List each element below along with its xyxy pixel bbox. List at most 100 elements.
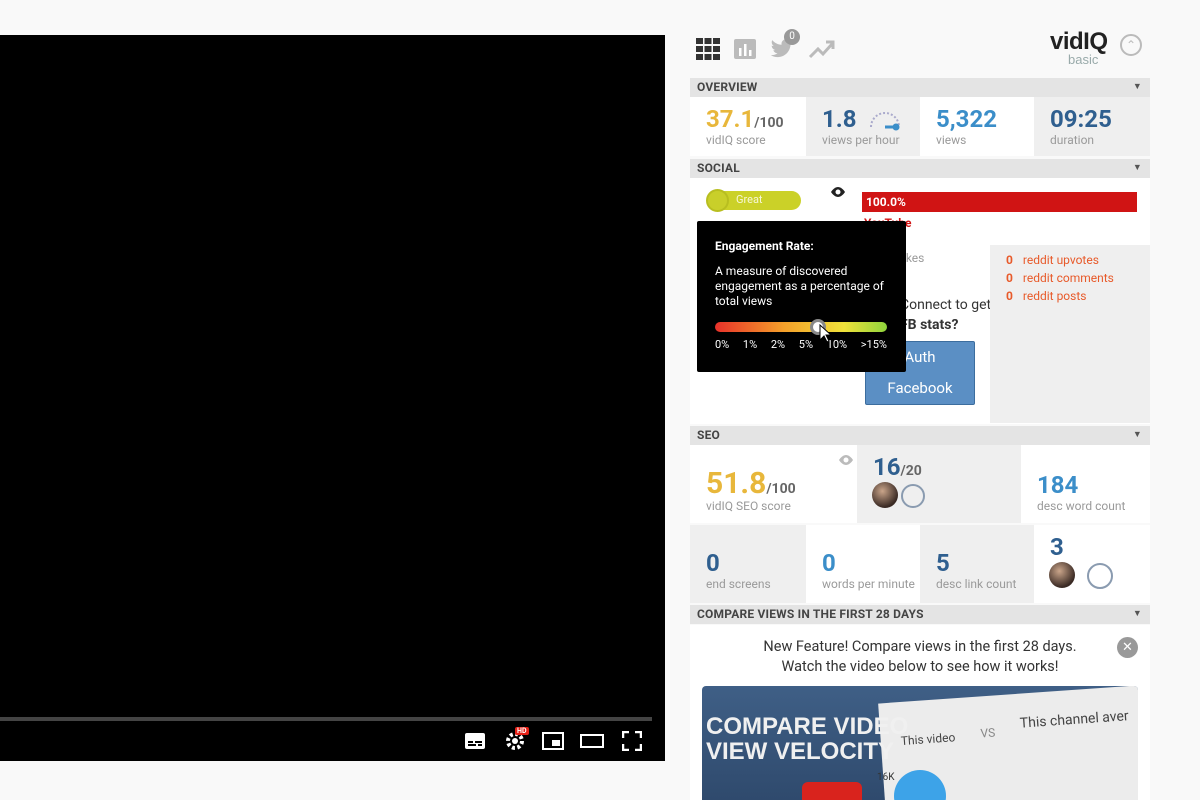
reddit-upvotes: 0 reddit upvotes <box>1006 253 1099 267</box>
desc-words-label: desc word count <box>1037 499 1126 513</box>
tick-label: 2% <box>770 338 786 351</box>
reddit-comments: 0 reddit comments <box>1006 271 1114 285</box>
tick-label: 0% <box>715 338 730 351</box>
seo-score: 51.8/100 vidIQ SEO score <box>690 445 857 523</box>
score-label: vidIQ score <box>706 133 766 147</box>
avatar <box>1049 562 1075 588</box>
social-header[interactable]: SOCIAL ▼ <box>690 159 1150 178</box>
social-title: SOCIAL <box>697 161 740 175</box>
engagement-ticks: 0% 1% 2% 5% 10% >15% <box>715 338 887 351</box>
tags-max: /20 <box>900 463 922 479</box>
wpm-label: words per minute <box>822 577 915 591</box>
vidiq-logo: vidIQ basic ⌃ <box>1050 28 1142 67</box>
settings-icon[interactable]: HD <box>503 727 529 753</box>
seo-header[interactable]: SEO ▼ <box>690 426 1150 445</box>
wpm-value: 0 <box>822 549 836 577</box>
collapse-triangle-icon[interactable]: ▼ <box>1133 426 1142 445</box>
score-value: 37.1 <box>706 105 755 133</box>
compare-title: COMPARE VIEWS IN THE FIRST 28 DAYS <box>697 607 924 621</box>
tags-value: 16 <box>873 453 901 481</box>
miniplayer-icon[interactable] <box>541 729 565 753</box>
fullscreen-icon[interactable] <box>620 729 644 753</box>
twitter-icon[interactable]: 0 <box>770 29 800 63</box>
theater-icon[interactable] <box>580 729 604 753</box>
axis-label: 16K <box>877 772 895 783</box>
views-value: 5,322 <box>936 105 997 133</box>
close-icon[interactable]: ✕ <box>1117 637 1138 658</box>
desc-words-value: 184 <box>1037 471 1079 499</box>
trending-icon[interactable] <box>808 39 836 63</box>
vidiq-toolbar: 0 <box>696 29 836 64</box>
compare-line-1: New Feature! Compare views in the first … <box>763 638 1077 655</box>
overview-header[interactable]: OVERVIEW ▼ <box>690 78 1150 97</box>
tick-label: >15% <box>860 338 887 351</box>
plan-label: basic <box>1068 52 1099 67</box>
score-max: /100 <box>754 115 784 131</box>
vph-value: 1.8 <box>822 105 857 133</box>
duration-stat: 09:25 duration <box>1034 97 1150 156</box>
avatar <box>872 482 898 508</box>
twitter-count-badge: 0 <box>784 29 800 45</box>
reddit-stats: 0 reddit upvotes 0 reddit comments 0 reddit… <box>990 245 1150 423</box>
mouse-cursor-icon <box>819 323 833 348</box>
this-video-label: This video <box>900 730 956 749</box>
feature-video-thumbnail[interactable]: This video VS This channel aver COMPARE … <box>702 686 1138 800</box>
views-per-hour: 1.8 views per hour <box>806 97 920 156</box>
smiley-icon <box>706 189 729 212</box>
engagement-scale <box>715 322 887 332</box>
reddit-posts: 0 reddit posts <box>1006 289 1087 303</box>
cards-value: 3 <box>1050 533 1064 561</box>
compare-line-2: Watch the video below to see how it work… <box>781 658 1059 675</box>
fb-prompt-line-2: FB stats? <box>900 317 959 333</box>
gauge-icon <box>868 109 902 135</box>
seo-title: SEO <box>697 428 721 442</box>
vph-label: views per hour <box>822 133 900 147</box>
collapse-triangle-icon[interactable]: ▼ <box>1133 78 1142 97</box>
end-screens: 0 end screens <box>690 525 806 603</box>
link-icon <box>901 484 925 508</box>
hd-badge: HD <box>515 727 529 735</box>
engagement-badge-label: Great <box>736 193 763 206</box>
vidiq-score: 37.1/100 vidIQ score <box>690 97 806 156</box>
bar-chart-icon[interactable] <box>734 39 756 63</box>
tooltip-body: A measure of discovered engagement as a … <box>715 264 884 308</box>
engagement-tooltip: Engagement Rate: A measure of discovered… <box>697 221 906 372</box>
collapse-triangle-icon[interactable]: ▼ <box>1133 605 1142 624</box>
views-stat: 5,322 views <box>920 97 1034 156</box>
end-screens-value: 0 <box>706 549 720 577</box>
brand-name: vidIQ <box>1050 28 1108 55</box>
compare-announcement: New Feature! Compare views in the first … <box>700 637 1140 677</box>
card-user-icon <box>1087 563 1113 589</box>
fb-button-line-2: Facebook <box>887 379 953 397</box>
youtube-share-bar: 100.0% <box>862 192 1137 212</box>
overview-title: OVERVIEW <box>697 80 758 94</box>
channel-label: This channel aver <box>1019 708 1130 732</box>
seo-score-max: /100 <box>766 481 796 497</box>
tag-count: 16/20 <box>857 445 1021 523</box>
words-per-minute: 0 words per minute <box>806 525 920 603</box>
subtitles-icon[interactable] <box>463 729 487 753</box>
seo-score-label: vidIQ SEO score <box>706 499 791 513</box>
progress-bar[interactable] <box>0 717 652 721</box>
tick-label: 5% <box>798 338 814 351</box>
links-value: 5 <box>936 549 950 577</box>
collapse-icon[interactable]: ⌃ <box>1120 34 1142 56</box>
links-label: desc link count <box>936 577 1017 591</box>
video-player[interactable]: HD <box>0 35 665 761</box>
tick-label: 1% <box>742 338 758 351</box>
compare-header[interactable]: COMPARE VIEWS IN THE FIRST 28 DAYS ▼ <box>690 605 1150 624</box>
fb-prompt: Connect to get FB stats? <box>900 295 991 335</box>
thumbnail-title: COMPARE VIDEO VIEW VELOCITY <box>706 713 909 765</box>
desc-word-count: 184 desc word count <box>1021 445 1150 523</box>
views-label: views <box>936 133 967 147</box>
cards-count: 3 <box>1034 525 1150 603</box>
vs-label: VS <box>979 725 996 741</box>
duration-label: duration <box>1050 133 1095 147</box>
eye-icon[interactable] <box>838 451 854 470</box>
collapse-triangle-icon[interactable]: ▼ <box>1133 159 1142 178</box>
eye-icon[interactable] <box>830 183 846 202</box>
desc-link-count: 5 desc link count <box>920 525 1034 603</box>
youtube-logo-icon <box>802 782 862 800</box>
fb-prompt-line-1: Connect to get <box>900 297 992 313</box>
grid-icon[interactable] <box>696 38 720 64</box>
